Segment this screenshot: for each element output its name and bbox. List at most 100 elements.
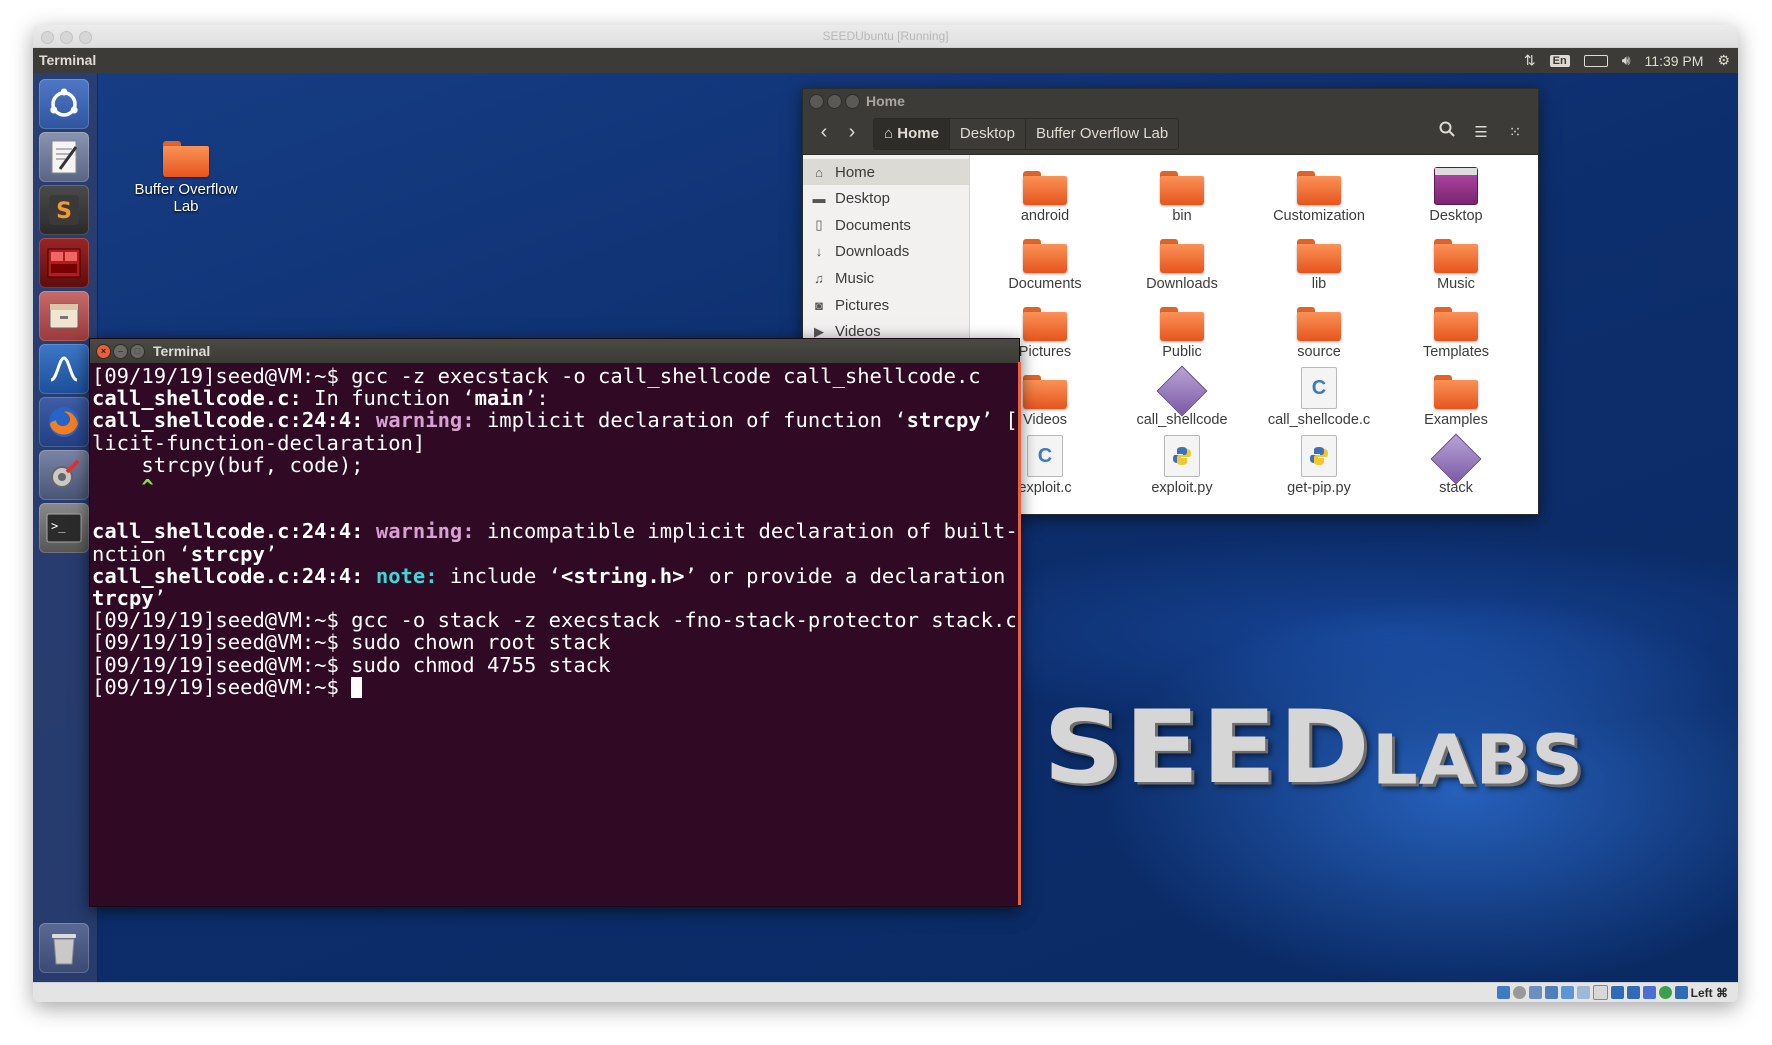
file-item[interactable]: Documents — [980, 233, 1110, 292]
sidebar-item-pictures[interactable]: ◙ Pictures — [803, 292, 969, 318]
logo-labs: LABS — [1371, 720, 1585, 800]
file-item[interactable]: call_shellcode — [1117, 365, 1247, 428]
folder-icon — [1117, 165, 1247, 205]
mouse-integration-icon[interactable] — [1658, 986, 1672, 999]
network-updown-icon[interactable]: ⇅ — [1524, 52, 1536, 69]
search-icon[interactable] — [1432, 118, 1462, 148]
forward-button[interactable]: › — [839, 120, 865, 146]
usb-icon[interactable] — [1560, 986, 1574, 999]
keyboard-layout-icon[interactable]: En — [1549, 54, 1570, 67]
desktop-icon-label-line1: Buffer Overflow — [134, 181, 238, 198]
terminal-resize-edge[interactable] — [1018, 362, 1021, 905]
virtualbox-window: SEEDUbuntu [Running] Terminal ⇅ En 🔊︎ 11… — [33, 25, 1738, 1002]
minimize-button[interactable]: – — [113, 344, 128, 359]
sidebar-item-home[interactable]: ⌂ Home — [803, 159, 969, 185]
file-item[interactable]: exploit.py — [1117, 435, 1247, 496]
optical-drive-icon[interactable] — [1512, 986, 1526, 999]
file-item[interactable]: stack — [1391, 433, 1521, 496]
terminal-line: licit-function-declaration] — [92, 430, 426, 455]
display-icon[interactable] — [1592, 985, 1608, 1000]
file-item[interactable]: Downloads — [1117, 233, 1247, 292]
vm-titlebar[interactable]: SEEDUbuntu [Running] — [33, 25, 1738, 48]
minimize-button[interactable] — [827, 94, 842, 109]
network-icon[interactable] — [1544, 986, 1558, 999]
ubuntu-dash-icon[interactable] — [39, 79, 89, 129]
terminal-titlebar[interactable]: × – □ Terminal — [90, 339, 1019, 363]
file-item[interactable]: get-pip.py — [1254, 435, 1384, 496]
hdd-icon[interactable] — [1496, 986, 1510, 999]
file-item[interactable]: Ccall_shellcode.c — [1254, 367, 1384, 428]
terminal-window[interactable]: × – □ Terminal [09/19/19]seed@VM:~$ gcc … — [89, 338, 1020, 907]
file-item[interactable]: Templates — [1391, 301, 1521, 360]
terminal-location: call_shellcode.c:24:4: — [92, 408, 364, 433]
maximize-button[interactable]: □ — [130, 344, 145, 359]
audio-icon[interactable] — [1528, 986, 1542, 999]
sublime-text-icon[interactable]: S — [39, 185, 89, 235]
svg-text:S: S — [56, 199, 72, 224]
terminal-function: strcpy — [190, 541, 265, 566]
file-grid: android bin Customization Desktop Documents D… — [970, 155, 1538, 514]
breadcrumb-desktop[interactable]: Desktop — [949, 119, 1026, 149]
close-button[interactable] — [809, 94, 824, 109]
virtualization-icon[interactable] — [1642, 986, 1656, 999]
file-item[interactable]: Examples — [1391, 369, 1521, 428]
file-item[interactable]: bin — [1117, 165, 1247, 224]
shared-folder-icon[interactable] — [1576, 986, 1590, 999]
volume-icon[interactable]: 🔊︎ — [1622, 52, 1631, 69]
cpu-icon[interactable] — [1626, 986, 1640, 999]
sidebar-item-downloads[interactable]: ↓ Downloads — [803, 239, 969, 265]
file-item[interactable]: Music — [1391, 233, 1521, 292]
terminal-output[interactable]: [09/19/19]seed@VM:~$ gcc -z execstack -o… — [92, 365, 1015, 906]
close-button[interactable]: × — [96, 344, 111, 359]
firefox-icon[interactable] — [39, 397, 89, 447]
maximize-button[interactable] — [845, 94, 860, 109]
file-item-label: Customization — [1273, 208, 1365, 224]
battery-icon[interactable] — [1583, 54, 1608, 67]
list-view-icon[interactable]: ☰ — [1466, 118, 1496, 148]
breadcrumb-home-label: Home — [897, 125, 939, 142]
svg-text:>_: >_ — [51, 519, 66, 533]
terminal-red-icon[interactable] — [39, 238, 89, 288]
back-button[interactable]: ‹ — [811, 120, 837, 146]
file-item[interactable]: Desktop — [1391, 165, 1521, 224]
power-gear-icon[interactable]: ⚙ — [1717, 52, 1730, 69]
file-item[interactable]: android — [980, 165, 1110, 224]
terminal-warning-label: warning: — [363, 519, 475, 544]
terminal-header: <string.h> — [561, 563, 685, 588]
trash-icon[interactable] — [39, 923, 89, 973]
terminal-icon[interactable]: >_ — [39, 503, 89, 553]
file-item[interactable]: Public — [1117, 301, 1247, 360]
file-item[interactable]: lib — [1254, 233, 1384, 292]
desktop-icon-label-line2: Lab — [173, 198, 199, 215]
sidebar-item-desktop[interactable]: ▬ Desktop — [803, 186, 969, 212]
terminal-line: [09/19/19]seed@VM:~$ gcc -z execstack -o… — [92, 365, 981, 388]
virtualbox-status-bar: Left ⌘ — [33, 982, 1738, 1002]
home-icon: ⌂ — [815, 164, 823, 180]
terminal-function: strcpy — [906, 408, 981, 433]
file-item-label: source — [1297, 344, 1341, 360]
sidebar-item-music[interactable]: ♫ Music — [803, 265, 969, 291]
file-manager-icon[interactable] — [39, 291, 89, 341]
video-capture-icon[interactable] — [1610, 986, 1624, 999]
grid-view-icon[interactable]: ⁙ — [1500, 118, 1530, 148]
keyboard-capture-icon[interactable] — [1674, 986, 1688, 999]
file-item[interactable]: source — [1254, 301, 1384, 360]
folder-icon — [980, 301, 1110, 341]
terminal-function: trcpy — [92, 586, 154, 611]
terminal-text: include ‘ — [437, 563, 562, 588]
clock[interactable]: 11:39 PM — [1645, 53, 1704, 69]
python-file-icon — [1117, 435, 1247, 477]
folder-icon — [1391, 233, 1521, 273]
wireshark-icon[interactable] — [39, 344, 89, 394]
breadcrumb-home[interactable]: ⌂ Home — [874, 119, 950, 149]
folder-icon — [1117, 233, 1247, 273]
executable-icon — [1391, 433, 1521, 485]
settings-icon[interactable] — [39, 450, 89, 500]
file-manager-titlebar[interactable]: Home — [803, 89, 1538, 112]
file-item[interactable]: Customization — [1254, 165, 1384, 224]
breadcrumb-buffer-overflow-lab[interactable]: Buffer Overflow Lab — [1025, 119, 1179, 149]
text-editor-icon[interactable] — [39, 132, 89, 182]
sidebar-item-documents[interactable]: ▯ Documents — [803, 212, 969, 238]
desktop-folder-buffer-overflow-lab[interactable]: Buffer Overflow Lab — [121, 141, 251, 215]
file-manager-toolbar: ‹ › ⌂ Home Desktop Buffer Overflow Lab ☰… — [803, 112, 1538, 155]
